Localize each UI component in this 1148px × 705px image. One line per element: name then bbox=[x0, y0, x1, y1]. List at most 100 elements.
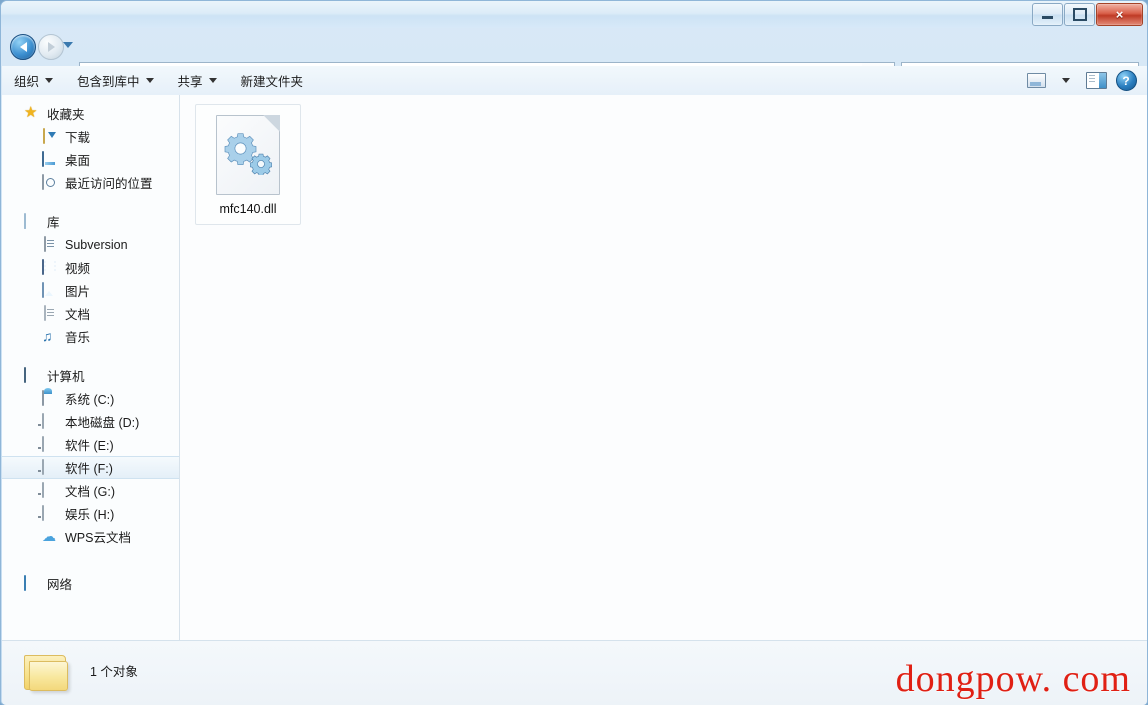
organize-label: 组织 bbox=[14, 75, 40, 89]
chevron-down-icon bbox=[1062, 78, 1070, 83]
new-folder-label: 新建文件夹 bbox=[240, 75, 304, 89]
recent-pages-dropdown[interactable] bbox=[63, 42, 73, 48]
subversion-icon bbox=[42, 235, 58, 253]
sidebar-item-recent-places[interactable]: 最近访问的位置 bbox=[2, 171, 179, 194]
address-bar: 计算机 软件 (F:) 系统之家 新建文件夹 (14) mfc140.dll ↷… bbox=[1, 29, 1147, 90]
forward-button[interactable] bbox=[38, 34, 64, 60]
chevron-down-icon bbox=[145, 78, 154, 83]
new-folder-button[interactable]: 新建文件夹 bbox=[229, 66, 316, 95]
sidebar-item-computer[interactable]: 计算机 bbox=[2, 364, 179, 387]
sidebar-item-favorites[interactable]: ★ 收藏夹 bbox=[2, 102, 179, 125]
documents-icon bbox=[42, 304, 58, 322]
sidebar-item-downloads[interactable]: 下载 bbox=[2, 125, 179, 148]
sidebar-label: 计算机 bbox=[47, 370, 85, 384]
recent-places-icon bbox=[42, 173, 58, 191]
navigation-pane[interactable]: ★ 收藏夹 下载 桌面 最近访问的位置 库 Subversion 视频 图片 文… bbox=[2, 95, 180, 640]
sidebar-item-drive-g[interactable]: 文档 (G:) bbox=[2, 479, 179, 502]
command-bar-right: ? bbox=[1021, 66, 1141, 95]
sidebar-label: 库 bbox=[47, 216, 60, 230]
sidebar-label: WPS云文档 bbox=[65, 531, 131, 545]
restore-icon bbox=[1072, 8, 1087, 21]
sidebar-item-wps-cloud[interactable]: ☁ WPS云文档 bbox=[2, 525, 179, 548]
star-icon: ★ bbox=[24, 103, 38, 121]
sidebar-item-network[interactable]: 网络 bbox=[2, 572, 179, 595]
view-icon bbox=[1026, 73, 1046, 88]
minimize-icon bbox=[1042, 16, 1053, 19]
sidebar-item-drive-e[interactable]: 软件 (E:) bbox=[2, 433, 179, 456]
sidebar-label: 最近访问的位置 bbox=[65, 177, 153, 191]
sidebar-label: 系统 (C:) bbox=[65, 393, 115, 407]
chevron-down-icon bbox=[208, 78, 217, 83]
sidebar-label: 文档 bbox=[65, 308, 91, 322]
sidebar-label: 网络 bbox=[47, 578, 73, 592]
computer-icon bbox=[24, 366, 40, 384]
preview-pane-button[interactable] bbox=[1081, 68, 1111, 93]
back-arrow-icon bbox=[19, 42, 27, 52]
sidebar-item-documents[interactable]: 文档 bbox=[2, 302, 179, 325]
system-drive-icon bbox=[42, 389, 58, 407]
explorer-window: × 计算机 软件 (F:) 系统之家 新建文件夹 (14) mfc140.dll bbox=[0, 0, 1148, 705]
music-icon: ♫ bbox=[42, 327, 53, 344]
drive-icon bbox=[42, 412, 58, 430]
window-controls: × bbox=[1032, 3, 1143, 26]
sidebar-item-drive-d[interactable]: 本地磁盘 (D:) bbox=[2, 410, 179, 433]
minimize-button[interactable] bbox=[1032, 3, 1063, 26]
include-in-library-label: 包含到库中 bbox=[77, 75, 140, 89]
sidebar-item-videos[interactable]: 视频 bbox=[2, 256, 179, 279]
sidebar-label: 软件 (F:) bbox=[65, 462, 113, 476]
sidebar-label: 下载 bbox=[65, 131, 91, 145]
sidebar-label: 音乐 bbox=[65, 331, 91, 345]
close-button[interactable]: × bbox=[1096, 3, 1143, 26]
change-view-button[interactable] bbox=[1021, 68, 1051, 93]
organize-button[interactable]: 组织 bbox=[2, 66, 65, 95]
pictures-icon bbox=[42, 281, 58, 299]
sidebar-item-libraries[interactable]: 库 bbox=[2, 210, 179, 233]
share-button[interactable]: 共享 bbox=[166, 66, 229, 95]
sidebar-item-drive-c[interactable]: 系统 (C:) bbox=[2, 387, 179, 410]
videos-icon bbox=[42, 258, 58, 276]
desktop-icon bbox=[42, 150, 58, 168]
change-view-dropdown[interactable] bbox=[1051, 68, 1081, 93]
sidebar-label: 文档 (G:) bbox=[65, 485, 115, 499]
help-button[interactable]: ? bbox=[1111, 68, 1141, 93]
include-in-library-button[interactable]: 包含到库中 bbox=[65, 66, 166, 95]
help-icon: ? bbox=[1115, 70, 1137, 91]
sidebar-label: 桌面 bbox=[65, 154, 91, 168]
sidebar-item-drive-f[interactable]: 软件 (F:) bbox=[2, 456, 179, 479]
sidebar-label: 收藏夹 bbox=[47, 108, 85, 122]
gear-icon-small bbox=[250, 153, 272, 175]
folder-icon bbox=[24, 653, 68, 691]
drive-icon bbox=[42, 504, 58, 522]
chevron-down-icon bbox=[45, 78, 54, 83]
file-list-pane[interactable]: mfc140.dll bbox=[180, 95, 1147, 640]
list-item[interactable]: mfc140.dll bbox=[195, 104, 301, 225]
file-name: mfc140.dll bbox=[219, 202, 277, 216]
sidebar-item-pictures[interactable]: 图片 bbox=[2, 279, 179, 302]
drive-icon bbox=[42, 481, 58, 499]
library-icon bbox=[24, 212, 40, 230]
restore-button[interactable] bbox=[1064, 3, 1095, 26]
sidebar-item-subversion[interactable]: Subversion bbox=[2, 233, 179, 256]
sidebar-group-libraries: 库 Subversion 视频 图片 文档 ♫ 音乐 bbox=[2, 210, 179, 348]
back-button[interactable] bbox=[10, 34, 36, 60]
status-bar: 1 个对象 dongpow. com bbox=[2, 640, 1147, 705]
network-icon bbox=[24, 574, 40, 592]
sidebar-label: 本地磁盘 (D:) bbox=[65, 416, 140, 430]
sidebar-item-music[interactable]: ♫ 音乐 bbox=[2, 325, 179, 348]
sidebar-group-computer: 计算机 系统 (C:) 本地磁盘 (D:) 软件 (E:) 软件 (F:) 文档… bbox=[2, 364, 179, 548]
item-count-label: 1 个对象 bbox=[90, 665, 138, 679]
sidebar-label: 视频 bbox=[65, 262, 91, 276]
sidebar-item-drive-h[interactable]: 娱乐 (H:) bbox=[2, 502, 179, 525]
dll-file-icon bbox=[216, 115, 280, 195]
sidebar-label: 软件 (E:) bbox=[65, 439, 114, 453]
share-label: 共享 bbox=[177, 75, 203, 89]
downloads-icon bbox=[42, 127, 58, 145]
sidebar-label: 娱乐 (H:) bbox=[65, 508, 115, 522]
drive-icon bbox=[42, 458, 58, 476]
preview-pane-icon bbox=[1085, 72, 1107, 89]
sidebar-group-network: 网络 bbox=[2, 572, 179, 595]
sidebar-item-desktop[interactable]: 桌面 bbox=[2, 148, 179, 171]
sidebar-group-favorites: ★ 收藏夹 下载 桌面 最近访问的位置 bbox=[2, 102, 179, 194]
close-icon: × bbox=[1115, 7, 1124, 22]
command-bar: 组织 包含到库中 共享 新建文件夹 ? bbox=[2, 66, 1147, 96]
